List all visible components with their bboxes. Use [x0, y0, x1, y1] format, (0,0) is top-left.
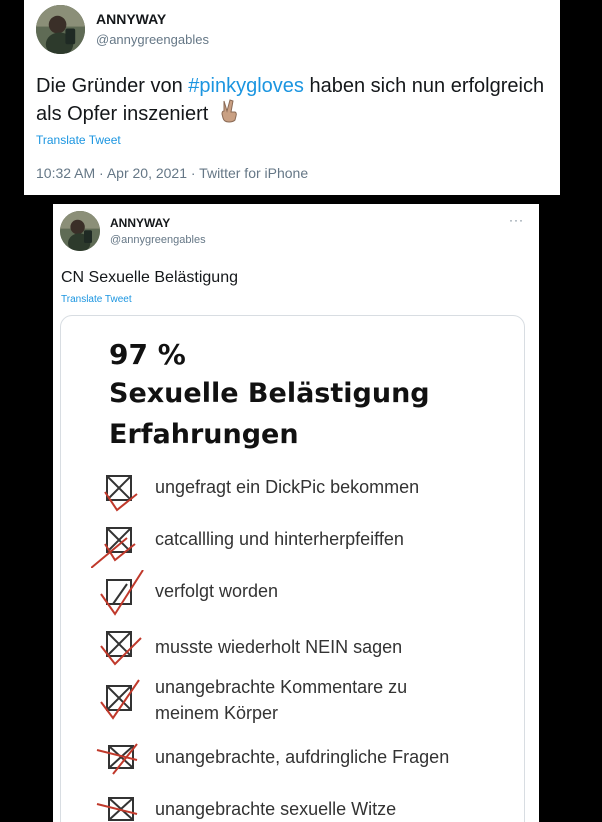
checklist-item: unangebrachte sexuelle Witze [91, 786, 521, 822]
checklist-label: ungefragt ein DickPic bekommen [155, 477, 420, 497]
display-name[interactable]: ANNYWAY [110, 216, 170, 230]
username[interactable]: @annygreengables [96, 32, 209, 47]
checklist-item: unangebrachte, aufdringliche Fragen [91, 734, 521, 784]
tweet-timestamp[interactable]: 10:32 AM · Apr 20, 2021 · Twitter for iP… [36, 165, 308, 181]
avatar[interactable] [36, 5, 85, 54]
more-options-icon[interactable]: ··· [509, 213, 524, 227]
checked-box-icon [100, 570, 144, 616]
image-title-line2: Erfahrungen [109, 419, 299, 450]
tweet-text: CN Sexuelle Belästigung [61, 269, 238, 286]
checked-box-icon [96, 743, 138, 775]
checked-box-icon [100, 631, 142, 666]
avatar[interactable] [60, 211, 100, 251]
image-percent: 97 % [109, 338, 186, 371]
translate-tweet-link[interactable]: Translate Tweet [61, 294, 132, 305]
translate-tweet-link[interactable]: Translate Tweet [36, 133, 121, 147]
tweet-text: Die Gründer von #pinkygloves haben sich … [36, 73, 546, 130]
username[interactable]: @annygreengables [110, 234, 206, 246]
checklist-label: unangebrachte Kommentare zu meinem Körpe… [155, 674, 407, 726]
hashtag-link[interactable]: #pinkygloves [188, 75, 304, 97]
display-name[interactable]: ANNYWAY [96, 11, 166, 27]
checklist-item: musste wiederholt NEIN sagen [91, 622, 521, 672]
avatar-image [60, 211, 100, 251]
checklist-label: verfolgt worden [155, 581, 279, 601]
image-title-line1: Sexuelle Belästigung [109, 378, 430, 409]
checklist-item: verfolgt worden [91, 570, 521, 620]
checklist-label: catcallling und hinterherpfeiffen [155, 529, 404, 549]
tweet-text-before: Die Gründer von [36, 75, 189, 97]
checked-box-icon [104, 475, 138, 512]
tweet-image[interactable]: 97 % Sexuelle Belästigung Erfahrungen un… [60, 315, 525, 822]
checklist-label: unangebrachte, aufdringliche Fragen [155, 747, 450, 767]
checklist-label: unangebrachte sexuelle Witze [155, 799, 397, 819]
checklist-item: unangebrachte Kommentare zu meinem Körpe… [91, 674, 521, 734]
quoted-tweet-card: ANNYWAY @annygreengables ··· CN Sexuelle… [53, 204, 539, 822]
checklist-label: musste wiederholt NEIN sagen [155, 637, 403, 657]
checked-box-icon [100, 679, 140, 720]
avatar-image [36, 5, 85, 54]
victory-hand-icon [218, 99, 240, 130]
checked-box-icon [91, 527, 136, 568]
checklist-item: catcallling und hinterherpfeiffen [91, 518, 521, 568]
checklist-item: ungefragt ein DickPic bekommen [91, 466, 521, 516]
checked-box-icon [96, 797, 138, 821]
checklist-label-line2: meinem Körper [155, 703, 279, 723]
tweet-card: ANNYWAY @annygreengables Die Gründer von… [24, 0, 560, 195]
checklist-label-line1: unangebrachte Kommentare zu [155, 677, 408, 697]
